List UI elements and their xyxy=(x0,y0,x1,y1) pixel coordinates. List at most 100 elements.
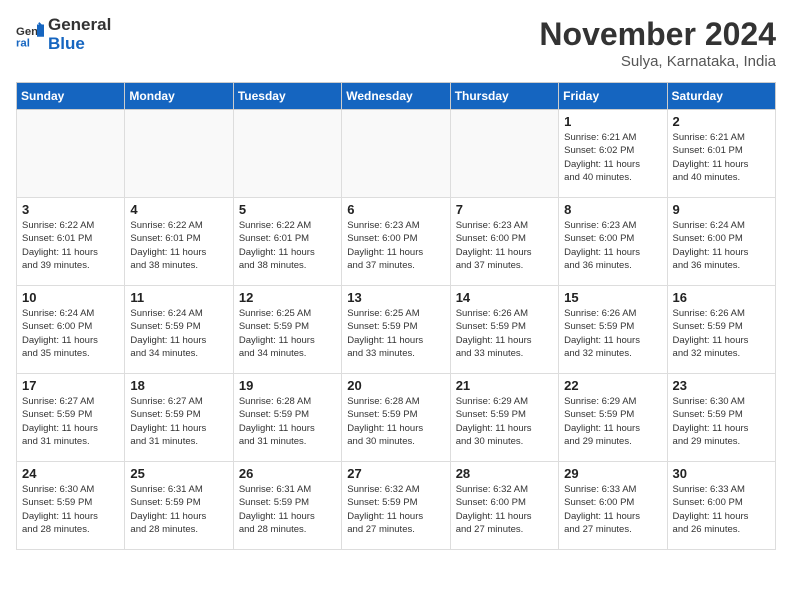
calendar-cell: 7Sunrise: 6:23 AM Sunset: 6:00 PM Daylig… xyxy=(450,198,558,286)
calendar-cell xyxy=(450,110,558,198)
day-number: 4 xyxy=(130,202,227,217)
calendar-cell: 23Sunrise: 6:30 AM Sunset: 5:59 PM Dayli… xyxy=(667,374,775,462)
day-number: 14 xyxy=(456,290,553,305)
day-info: Sunrise: 6:23 AM Sunset: 6:00 PM Dayligh… xyxy=(564,219,661,272)
day-number: 24 xyxy=(22,466,119,481)
calendar-cell: 12 Sunrise: 6:25 AM Sunset: 5:59 PM Dayli… xyxy=(233,286,341,374)
weekday-header-thursday: Thursday xyxy=(450,83,558,110)
calendar-cell xyxy=(233,110,341,198)
calendar-cell: 2 Sunrise: 6:21 AM Sunset: 6:01 PM Daylig… xyxy=(667,110,775,198)
week-row-5: 24 Sunrise: 6:30 AM Sunset: 5:59 PM Dayli… xyxy=(17,462,776,550)
logo-icon: Gene ral xyxy=(16,21,44,49)
day-number: 23 xyxy=(673,378,770,393)
day-info: Sunrise: 6:21 AM Sunset: 6:01 PM Dayligh… xyxy=(673,131,770,184)
day-info: Sunrise: 6:28 AM Sunset: 5:59 PM Dayligh… xyxy=(239,395,336,448)
day-info: Sunrise: 6:32 AM Sunset: 6:00 PM Dayligh… xyxy=(456,483,553,536)
day-info: Sunrise: 6:21 AM Sunset: 6:02 PM Dayligh… xyxy=(564,131,661,184)
day-number: 13 xyxy=(347,290,444,305)
day-number: 26 xyxy=(239,466,336,481)
week-row-3: 10 Sunrise: 6:24 AM Sunset: 6:00 PM Dayli… xyxy=(17,286,776,374)
calendar-cell: 11 Sunrise: 6:24 AM Sunset: 5:59 PM Dayli… xyxy=(125,286,233,374)
calendar-cell: 5 Sunrise: 6:22 AM Sunset: 6:01 PM Daylig… xyxy=(233,198,341,286)
day-info: Sunrise: 6:26 AM Sunset: 5:59 PM Dayligh… xyxy=(564,307,661,360)
weekday-header-wednesday: Wednesday xyxy=(342,83,450,110)
day-info: Sunrise: 6:25 AM Sunset: 5:59 PM Dayligh… xyxy=(347,307,444,360)
calendar-cell: 29 Sunrise: 6:33 AM Sunset: 6:00 PM Dayli… xyxy=(559,462,667,550)
day-info: Sunrise: 6:23 AM Sunset: 6:00 PM Dayligh… xyxy=(456,219,553,272)
day-info: Sunrise: 6:31 AM Sunset: 5:59 PM Dayligh… xyxy=(239,483,336,536)
calendar-cell: 17 Sunrise: 6:27 AM Sunset: 5:59 PM Dayli… xyxy=(17,374,125,462)
week-row-4: 17 Sunrise: 6:27 AM Sunset: 5:59 PM Dayli… xyxy=(17,374,776,462)
day-number: 21 xyxy=(456,378,553,393)
day-number: 22 xyxy=(564,378,661,393)
day-info: Sunrise: 6:30 AM Sunset: 5:59 PM Dayligh… xyxy=(22,483,119,536)
week-row-1: 1 Sunrise: 6:21 AM Sunset: 6:02 PM Daylig… xyxy=(17,110,776,198)
day-number: 20 xyxy=(347,378,444,393)
calendar-cell: 6Sunrise: 6:23 AM Sunset: 6:00 PM Daylig… xyxy=(342,198,450,286)
calendar-cell: 21 Sunrise: 6:29 AM Sunset: 5:59 PM Dayli… xyxy=(450,374,558,462)
calendar-cell: 30Sunrise: 6:33 AM Sunset: 6:00 PM Dayli… xyxy=(667,462,775,550)
day-number: 19 xyxy=(239,378,336,393)
day-info: Sunrise: 6:32 AM Sunset: 5:59 PM Dayligh… xyxy=(347,483,444,536)
calendar-cell: 16Sunrise: 6:26 AM Sunset: 5:59 PM Dayli… xyxy=(667,286,775,374)
calendar-cell: 9 Sunrise: 6:24 AM Sunset: 6:00 PM Daylig… xyxy=(667,198,775,286)
day-info: Sunrise: 6:25 AM Sunset: 5:59 PM Dayligh… xyxy=(239,307,336,360)
day-info: Sunrise: 6:24 AM Sunset: 6:00 PM Dayligh… xyxy=(673,219,770,272)
day-number: 1 xyxy=(564,114,661,129)
day-number: 8 xyxy=(564,202,661,217)
day-number: 29 xyxy=(564,466,661,481)
calendar-cell: 4 Sunrise: 6:22 AM Sunset: 6:01 PM Daylig… xyxy=(125,198,233,286)
day-info: Sunrise: 6:33 AM Sunset: 6:00 PM Dayligh… xyxy=(564,483,661,536)
weekday-header-saturday: Saturday xyxy=(667,83,775,110)
day-info: Sunrise: 6:24 AM Sunset: 5:59 PM Dayligh… xyxy=(130,307,227,360)
calendar-table: SundayMondayTuesdayWednesdayThursdayFrid… xyxy=(16,82,776,550)
calendar-cell: 20 Sunrise: 6:28 AM Sunset: 5:59 PM Dayli… xyxy=(342,374,450,462)
calendar-cell xyxy=(342,110,450,198)
calendar-cell: 10 Sunrise: 6:24 AM Sunset: 6:00 PM Dayli… xyxy=(17,286,125,374)
calendar-cell: 1 Sunrise: 6:21 AM Sunset: 6:02 PM Daylig… xyxy=(559,110,667,198)
svg-text:ral: ral xyxy=(16,37,30,49)
calendar-cell: 28 Sunrise: 6:32 AM Sunset: 6:00 PM Dayli… xyxy=(450,462,558,550)
day-info: Sunrise: 6:29 AM Sunset: 5:59 PM Dayligh… xyxy=(564,395,661,448)
day-number: 3 xyxy=(22,202,119,217)
day-info: Sunrise: 6:27 AM Sunset: 5:59 PM Dayligh… xyxy=(22,395,119,448)
day-number: 17 xyxy=(22,378,119,393)
day-info: Sunrise: 6:27 AM Sunset: 5:59 PM Dayligh… xyxy=(130,395,227,448)
month-title: November 2024 xyxy=(539,16,776,53)
day-number: 27 xyxy=(347,466,444,481)
day-info: Sunrise: 6:22 AM Sunset: 6:01 PM Dayligh… xyxy=(130,219,227,272)
day-number: 10 xyxy=(22,290,119,305)
weekday-header-monday: Monday xyxy=(125,83,233,110)
day-number: 12 xyxy=(239,290,336,305)
day-info: Sunrise: 6:22 AM Sunset: 6:01 PM Dayligh… xyxy=(239,219,336,272)
day-number: 18 xyxy=(130,378,227,393)
day-info: Sunrise: 6:26 AM Sunset: 5:59 PM Dayligh… xyxy=(673,307,770,360)
day-number: 9 xyxy=(673,202,770,217)
day-info: Sunrise: 6:24 AM Sunset: 6:00 PM Dayligh… xyxy=(22,307,119,360)
location: Sulya, Karnataka, India xyxy=(539,53,776,70)
day-number: 28 xyxy=(456,466,553,481)
logo: Gene ral General Blue xyxy=(16,16,111,53)
calendar-cell: 26 Sunrise: 6:31 AM Sunset: 5:59 PM Dayli… xyxy=(233,462,341,550)
day-number: 6 xyxy=(347,202,444,217)
calendar-cell: 25 Sunrise: 6:31 AM Sunset: 5:59 PM Dayli… xyxy=(125,462,233,550)
page-header: Gene ral General Blue November 2024 Suly… xyxy=(16,16,776,70)
week-row-2: 3 Sunrise: 6:22 AM Sunset: 6:01 PM Daylig… xyxy=(17,198,776,286)
day-number: 25 xyxy=(130,466,227,481)
day-info: Sunrise: 6:31 AM Sunset: 5:59 PM Dayligh… xyxy=(130,483,227,536)
weekday-header-friday: Friday xyxy=(559,83,667,110)
calendar-cell: 3 Sunrise: 6:22 AM Sunset: 6:01 PM Daylig… xyxy=(17,198,125,286)
day-number: 5 xyxy=(239,202,336,217)
calendar-cell: 19 Sunrise: 6:28 AM Sunset: 5:59 PM Dayli… xyxy=(233,374,341,462)
day-number: 2 xyxy=(673,114,770,129)
calendar-cell xyxy=(125,110,233,198)
calendar-cell: 18 Sunrise: 6:27 AM Sunset: 5:59 PM Dayli… xyxy=(125,374,233,462)
day-info: Sunrise: 6:29 AM Sunset: 5:59 PM Dayligh… xyxy=(456,395,553,448)
calendar-cell: 13 Sunrise: 6:25 AM Sunset: 5:59 PM Dayli… xyxy=(342,286,450,374)
logo-line2: Blue xyxy=(48,35,111,54)
day-number: 11 xyxy=(130,290,227,305)
weekday-header-sunday: Sunday xyxy=(17,83,125,110)
day-info: Sunrise: 6:22 AM Sunset: 6:01 PM Dayligh… xyxy=(22,219,119,272)
title-block: November 2024 Sulya, Karnataka, India xyxy=(539,16,776,70)
day-info: Sunrise: 6:28 AM Sunset: 5:59 PM Dayligh… xyxy=(347,395,444,448)
